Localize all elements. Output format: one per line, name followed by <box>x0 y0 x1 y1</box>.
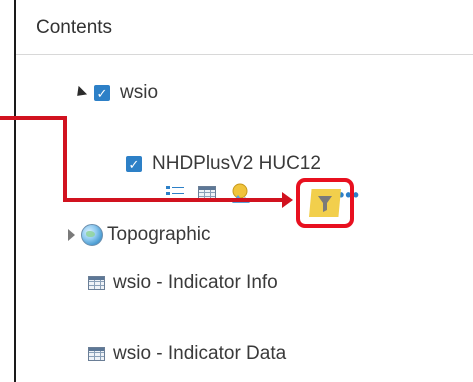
layer-label-huc12[interactable]: NHDPlusV2 HUC12 <box>152 153 321 175</box>
layer-row-wsio: ✓ wsio <box>72 82 158 104</box>
layer-visibility-checkbox-huc12[interactable]: ✓ <box>126 156 142 172</box>
annotation-arrow-top <box>0 116 66 120</box>
symbology-icon[interactable] <box>230 183 252 210</box>
annotation-arrow-bottom <box>63 198 285 202</box>
panel-title: Contents <box>36 17 113 38</box>
table-label-indicator-info[interactable]: wsio - Indicator Info <box>113 272 278 294</box>
annotation-arrow-vertical <box>63 116 67 202</box>
layer-row-topographic: Topographic <box>68 224 211 246</box>
layer-label-wsio[interactable]: wsio <box>120 82 158 104</box>
table-icon <box>88 347 105 361</box>
table-row-indicator-data: wsio - Indicator Data <box>88 343 286 365</box>
table-label-indicator-data[interactable]: wsio - Indicator Data <box>113 343 286 365</box>
layer-visibility-checkbox-wsio[interactable]: ✓ <box>94 85 110 101</box>
collapse-caret-icon[interactable] <box>72 85 88 101</box>
contents-header: Contents <box>16 0 473 55</box>
filter-highlight-box <box>296 178 354 228</box>
table-row-indicator-info: wsio - Indicator Info <box>88 272 278 294</box>
globe-icon <box>81 224 103 246</box>
annotation-arrowhead <box>282 192 293 208</box>
contents-panel: Contents ✓ wsio ✓ NHDPlusV2 HUC12 ••• To… <box>14 0 473 382</box>
layer-label-topographic[interactable]: Topographic <box>107 224 211 246</box>
table-icon <box>88 276 105 290</box>
layer-row-huc12: ✓ NHDPlusV2 HUC12 <box>126 153 321 175</box>
filter-icon[interactable] <box>309 189 341 217</box>
expand-caret-icon[interactable] <box>68 229 75 241</box>
